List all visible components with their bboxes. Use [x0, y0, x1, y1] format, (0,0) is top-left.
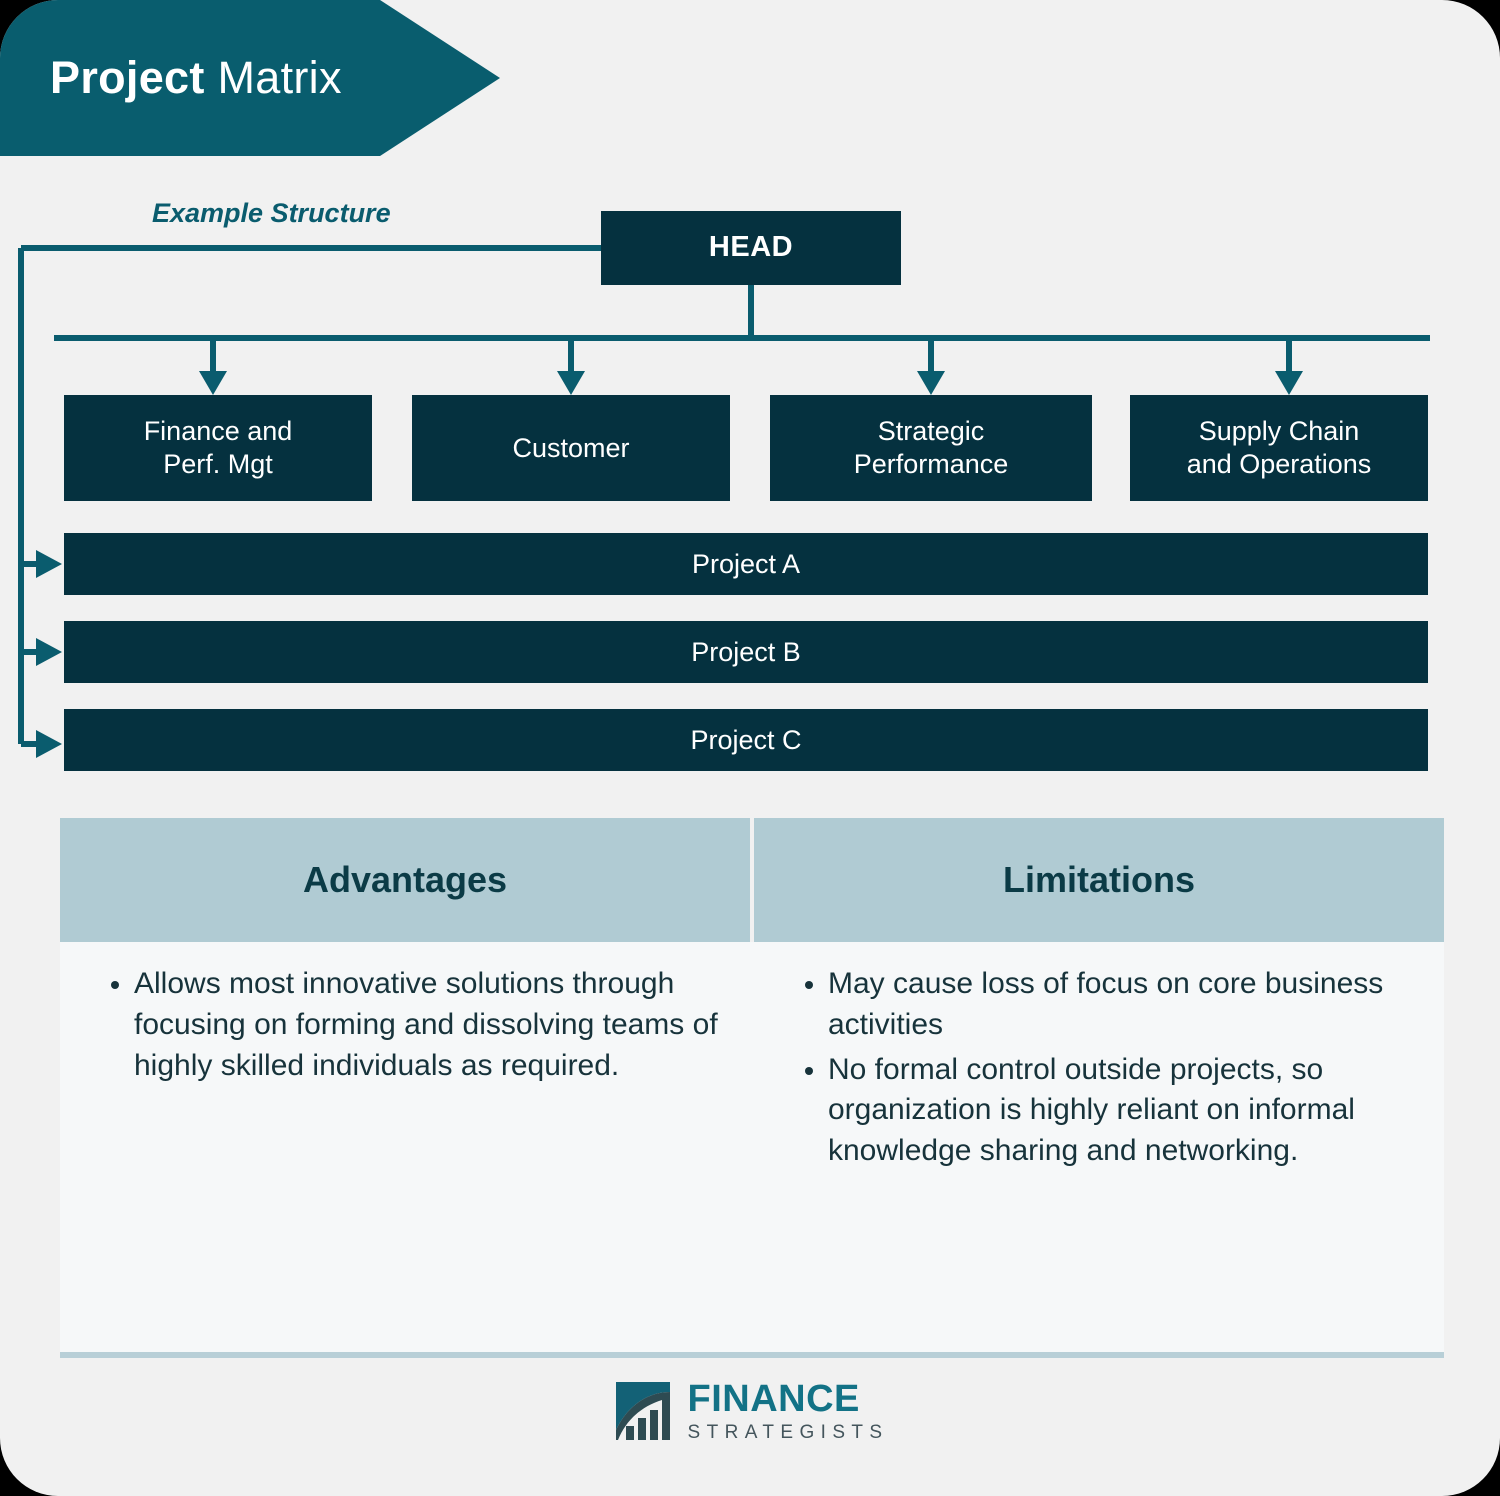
- chart-growth-icon: [615, 1382, 670, 1440]
- limitations-list: May cause loss of focus on core business…: [784, 964, 1414, 1172]
- node-project-b[interactable]: Project B: [64, 621, 1428, 683]
- comparison-table: Advantages Limitations Allows most innov…: [60, 818, 1444, 1358]
- org-chart: Example Structure HEAD Finance and Perf. …: [0, 156, 1500, 812]
- logo-wordmark: FINANCE STRATEGISTS: [688, 1380, 889, 1442]
- column-header-limitations: Limitations: [754, 818, 1444, 942]
- page-title-rest: Matrix: [204, 52, 342, 103]
- node-project-c[interactable]: Project C: [64, 709, 1428, 771]
- footer: FINANCE STRATEGISTS: [0, 1378, 1500, 1444]
- advantages-list: Allows most innovative solutions through…: [90, 964, 720, 1086]
- cell-limitations: May cause loss of focus on core business…: [754, 942, 1444, 1352]
- logo-brand-secondary: STRATEGISTS: [687, 1422, 889, 1443]
- finance-strategists-logo: FINANCE STRATEGISTS: [612, 1378, 889, 1444]
- list-item: May cause loss of focus on core business…: [828, 964, 1414, 1046]
- chart-subtitle: Example Structure: [152, 198, 391, 228]
- list-item: No formal control outside projects, so o…: [828, 1050, 1414, 1172]
- header-banner: Project Matrix: [0, 0, 500, 156]
- node-department-finance-and-perf-mgt[interactable]: Finance and Perf. Mgt: [64, 395, 372, 501]
- content-card: Project Matrix Example Structure HEAD Fi…: [0, 0, 1500, 1496]
- node-department-customer[interactable]: Customer: [412, 395, 730, 501]
- node-department-label: Strategic Performance: [853, 416, 1009, 479]
- page-title-bold: Project: [50, 52, 205, 103]
- node-department-label: Customer: [512, 432, 630, 463]
- node-department-label: Supply Chain and Operations: [1186, 416, 1372, 479]
- comparison-table-body: Allows most innovative solutions through…: [60, 942, 1444, 1358]
- node-department-label: Finance and Perf. Mgt: [143, 416, 293, 479]
- cell-advantages: Allows most innovative solutions through…: [60, 942, 750, 1352]
- node-department-strategic-performance[interactable]: Strategic Performance: [770, 395, 1092, 501]
- node-head[interactable]: HEAD: [601, 211, 901, 285]
- logo-brand-primary: FINANCE: [687, 1378, 860, 1420]
- node-department-supply-chain-and-operations[interactable]: Supply Chain and Operations: [1130, 395, 1428, 501]
- node-project-a[interactable]: Project A: [64, 533, 1428, 595]
- list-item: Allows most innovative solutions through…: [134, 964, 720, 1086]
- infographic-canvas: Project Matrix Example Structure HEAD Fi…: [0, 0, 1500, 1496]
- page-title: Project Matrix: [0, 52, 342, 104]
- column-header-advantages: Advantages: [60, 818, 750, 942]
- comparison-table-header-row: Advantages Limitations: [60, 818, 1444, 942]
